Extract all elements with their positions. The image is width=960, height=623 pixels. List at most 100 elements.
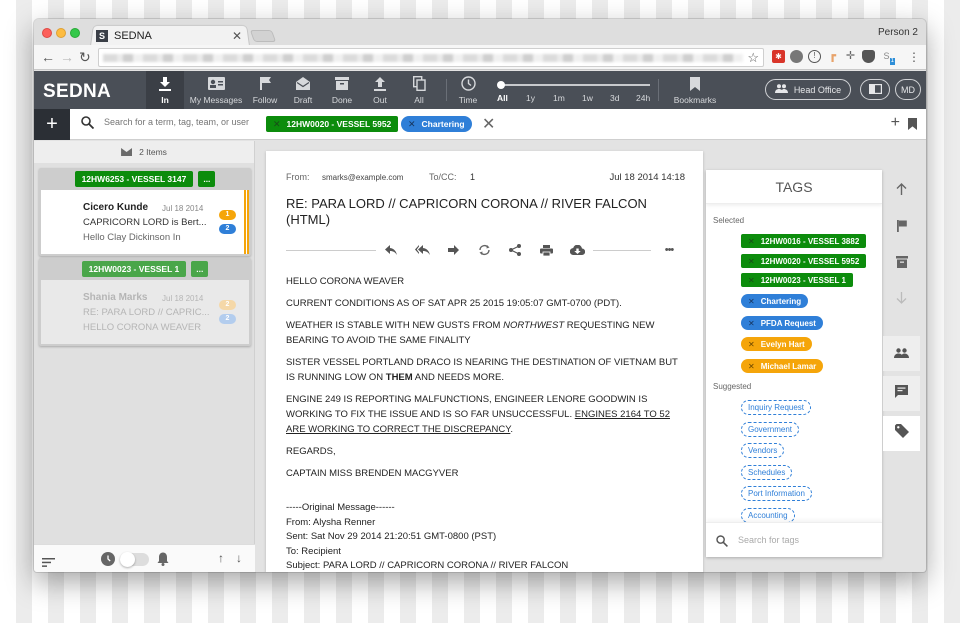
tab-close-icon[interactable]: ✕ <box>232 29 242 43</box>
suggested-tag[interactable]: Schedules <box>741 465 793 480</box>
comments-panel-button[interactable] <box>883 376 920 411</box>
follow-button[interactable] <box>883 210 920 245</box>
message-list-item[interactable]: Shania Marks Jul 18 2014 RE: PARA LORD /… <box>41 280 249 344</box>
people-panel-button[interactable] <box>883 336 920 371</box>
nav-in-label: In <box>161 94 169 105</box>
clear-search-icon[interactable]: ✕ <box>482 114 495 134</box>
nav-bookmarks[interactable]: Bookmarks <box>670 71 720 109</box>
address-bar[interactable]: ☆ <box>98 48 764 67</box>
search-input[interactable] <box>104 117 254 127</box>
nav-out[interactable]: Out <box>366 71 394 109</box>
print-icon[interactable] <box>538 243 554 257</box>
more-options-icon[interactable]: ••• <box>661 243 677 257</box>
forward-arrow-icon[interactable]: → <box>60 49 74 65</box>
sort-icon[interactable] <box>42 554 55 572</box>
group-vessel-tag[interactable]: 12HW0023 - VESSEL 1 <box>81 261 187 277</box>
extension-pipe-icon[interactable]: ┏ <box>826 50 839 63</box>
group-more-button[interactable]: ... <box>191 261 209 277</box>
message-list-item[interactable]: Cicero Kunde Jul 18 2014 CAPRICORN LORD … <box>41 190 249 254</box>
reply-all-icon[interactable] <box>414 243 430 257</box>
extension-bug-icon[interactable]: ✱ <box>772 50 785 63</box>
suggested-tag[interactable]: Government <box>741 422 800 437</box>
next-arrow-button[interactable] <box>883 282 920 317</box>
remove-tag-icon[interactable]: ✕ <box>748 297 755 306</box>
from-address[interactable]: smarks@example.com <box>322 173 403 182</box>
nav-all[interactable]: All <box>406 71 432 109</box>
minimize-window-button[interactable] <box>56 28 66 38</box>
reading-pane-toggle[interactable] <box>860 79 890 100</box>
selected-tag[interactable]: ✕ 12HW0016 - VESSEL 3882 <box>741 234 867 248</box>
remove-tag-icon[interactable]: ✕ <box>748 237 755 246</box>
range-1w[interactable]: 1w <box>582 93 593 103</box>
remove-chip-icon[interactable]: ✕ <box>273 119 281 130</box>
suggested-tag[interactable]: Accounting <box>741 508 795 523</box>
range-1y[interactable]: 1y <box>526 93 535 103</box>
save-bookmark-icon[interactable] <box>908 118 917 130</box>
suggested-tag[interactable]: Vendors <box>741 443 785 458</box>
sedna-logo[interactable]: SEDNA <box>43 81 111 103</box>
remove-chip-icon[interactable]: ✕ <box>408 119 416 130</box>
back-arrow-icon[interactable]: ← <box>41 49 55 65</box>
range-24h[interactable]: 24h <box>636 93 650 103</box>
team-button[interactable]: Head Office <box>765 79 851 100</box>
remove-tag-icon[interactable]: ✕ <box>748 362 755 371</box>
selected-tag[interactable]: ✕ 12HW0023 - VESSEL 1 <box>741 273 853 287</box>
previous-message-arrow-icon[interactable]: ↑ <box>218 551 224 565</box>
add-plus-icon[interactable]: + <box>891 114 900 132</box>
selected-tag[interactable]: ✕ Evelyn Hart <box>741 337 812 351</box>
search-chip-topic[interactable]: ✕ Chartering <box>401 116 472 132</box>
range-1m[interactable]: 1m <box>553 93 565 103</box>
suggested-tag[interactable]: Port Information <box>741 486 812 501</box>
previous-arrow-button[interactable] <box>883 173 920 208</box>
range-all[interactable]: All <box>497 93 508 103</box>
search-chip-vessel[interactable]: ✕ 12HW0020 - VESSEL 5952 <box>266 116 399 132</box>
download-cloud-icon[interactable] <box>569 243 585 257</box>
time-slider-track[interactable] <box>500 84 650 86</box>
selected-tag[interactable]: ✕ Chartering <box>741 294 809 308</box>
remove-tag-icon[interactable]: ✕ <box>748 257 755 266</box>
share-icon[interactable] <box>507 243 523 257</box>
tocc-count[interactable]: 1 <box>470 172 475 182</box>
close-window-button[interactable] <box>42 28 52 38</box>
remove-tag-icon[interactable]: ✕ <box>748 340 755 349</box>
tags-panel-button[interactable] <box>883 416 920 451</box>
range-3d[interactable]: 3d <box>610 93 619 103</box>
user-avatar[interactable]: MD <box>895 79 921 100</box>
forward-icon[interactable] <box>445 243 461 257</box>
nav-my-messages[interactable]: My Messages <box>186 71 246 109</box>
extension-s-icon[interactable]: S1 <box>880 50 895 65</box>
sync-icon[interactable] <box>476 243 492 257</box>
nav-draft[interactable]: Draft <box>286 71 320 109</box>
reload-icon[interactable]: ↻ <box>79 49 91 65</box>
profile-name[interactable]: Person 2 <box>878 27 918 38</box>
remove-tag-icon[interactable]: ✕ <box>748 276 755 285</box>
reply-icon[interactable] <box>383 243 399 257</box>
suggested-tag[interactable]: Inquiry Request <box>741 400 812 415</box>
nav-follow[interactable]: Follow <box>248 71 282 109</box>
nav-done-label: Done <box>331 94 353 105</box>
next-message-arrow-icon[interactable]: ↓ <box>236 551 242 565</box>
notification-toggle[interactable] <box>120 552 149 567</box>
browser-menu-icon[interactable]: ⋮ <box>908 49 920 65</box>
compose-button[interactable]: + <box>34 109 70 140</box>
extension-move-icon[interactable]: ✛ <box>844 50 857 63</box>
browser-tab-content[interactable]: S SEDNA ✕ <box>96 27 246 45</box>
extension-info-icon[interactable]: ! <box>808 50 821 63</box>
bookmark-star-icon[interactable]: ☆ <box>747 50 759 66</box>
group-vessel-tag[interactable]: 12HW6253 - VESSEL 3147 <box>74 171 194 187</box>
maximize-window-button[interactable] <box>70 28 80 38</box>
new-tab-button[interactable] <box>249 30 277 42</box>
time-slider-thumb[interactable] <box>497 81 505 89</box>
nav-time[interactable]: Time <box>454 71 482 109</box>
extension-pocket-icon[interactable] <box>862 50 875 63</box>
selected-tag[interactable]: ✕ PFDA Request <box>741 316 823 330</box>
nav-done[interactable]: Done <box>326 71 358 109</box>
tag-search-input[interactable] <box>738 535 868 545</box>
archive-button[interactable] <box>883 246 920 281</box>
remove-tag-icon[interactable]: ✕ <box>748 319 755 328</box>
selected-tag[interactable]: ✕ 12HW0020 - VESSEL 5952 <box>741 254 867 268</box>
nav-in[interactable]: In <box>146 71 184 109</box>
group-more-button[interactable]: ... <box>198 171 216 187</box>
selected-tag[interactable]: ✕ Michael Lamar <box>741 359 824 373</box>
extension-ghost-icon[interactable] <box>790 50 803 63</box>
